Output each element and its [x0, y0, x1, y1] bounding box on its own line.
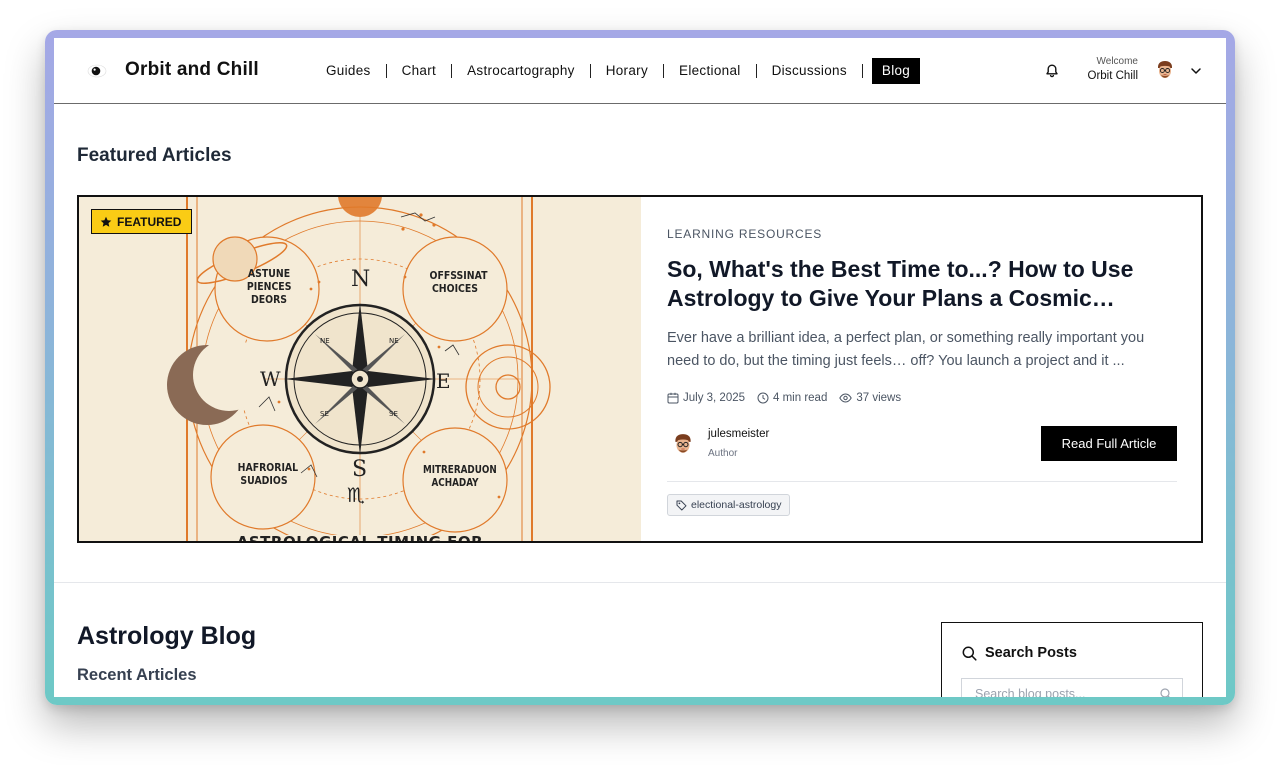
- article-date-text: July 3, 2025: [683, 392, 746, 404]
- tag-icon: [676, 500, 687, 510]
- article-views: 37 views: [839, 392, 901, 404]
- search-icon: [962, 646, 977, 661]
- chevron-down-icon[interactable]: [1190, 66, 1202, 76]
- main-nav: Guides Chart Astrocartography Horary Ele…: [320, 58, 921, 84]
- compass-letter-w: W: [260, 367, 281, 391]
- featured-badge-label: FEATURED: [117, 214, 182, 229]
- welcome-label: Welcome: [1096, 56, 1139, 67]
- illustration-label: HAFRORIAL SUADIOS: [237, 461, 299, 487]
- article-category[interactable]: LEARNING RESOURCES: [667, 227, 822, 241]
- browser-window: Orbit and Chill Guides Chart Astrocartog…: [54, 38, 1226, 697]
- article-excerpt: Ever have a brilliant idea, a perfect pl…: [667, 330, 1145, 369]
- illustration-word: ASTUNE: [247, 267, 291, 280]
- illustration-word: OFFSSINAT: [429, 269, 488, 282]
- card-divider: [667, 481, 1177, 482]
- featured-article-body: LEARNING RESOURCES So, What's the Best T…: [667, 197, 1179, 541]
- user-avatar[interactable]: [1154, 59, 1176, 81]
- featured-heading: Featured Articles: [77, 145, 232, 166]
- search-input-icon[interactable]: [1160, 688, 1172, 697]
- article-tag[interactable]: electional-astrology: [667, 494, 791, 516]
- compass-minor-nw: NE: [320, 337, 330, 345]
- nav-separator: [861, 64, 863, 78]
- compass-letter-s: S: [352, 457, 368, 482]
- illustration-label: ASTUNE PIENCES DEORS: [246, 267, 292, 306]
- article-title[interactable]: So, What's the Best Time to...? How to U…: [667, 255, 1177, 313]
- nav-separator: [589, 64, 591, 78]
- nav-separator: [755, 64, 757, 78]
- article-date: July 3, 2025: [667, 392, 745, 404]
- section-divider: [54, 582, 1226, 583]
- illustration-word: MITRERADUON: [423, 463, 497, 476]
- logo-icon[interactable]: [87, 61, 107, 81]
- nav-item-electional[interactable]: Electional: [673, 58, 747, 84]
- search-posts-title-text: Search Posts: [985, 645, 1077, 661]
- nav-item-guides[interactable]: Guides: [320, 58, 377, 84]
- zodiac-glyph: ♏: [347, 483, 365, 507]
- illustration-word: PIENCES: [246, 280, 292, 293]
- illustration-word: ACHADAY: [431, 476, 479, 489]
- search-blog-input[interactable]: [961, 678, 1183, 697]
- article-read-time: 4 min read: [757, 392, 827, 404]
- author-avatar[interactable]: [671, 432, 695, 456]
- clock-icon: [757, 392, 769, 404]
- nav-separator: [385, 64, 387, 78]
- search-posts-panel: Search Posts: [941, 622, 1203, 697]
- illustration-word: HAFRORIAL: [237, 461, 299, 474]
- search-posts-title: Search Posts: [962, 645, 1077, 661]
- nav-item-astrocartography[interactable]: Astrocartography: [461, 58, 581, 84]
- illustration-word: DEORS: [250, 293, 288, 306]
- brand-name[interactable]: Orbit and Chill: [125, 59, 259, 81]
- nav-item-horary[interactable]: Horary: [600, 58, 654, 84]
- illustration-banner-text: ASTROLOGICAL TIMING FOR: [236, 533, 484, 543]
- featured-article-card[interactable]: ASTUNE PIENCES DEORS OFFSSINAT CHOICES H…: [77, 195, 1203, 543]
- compass-letter-e: E: [436, 369, 451, 393]
- recent-articles-heading: Recent Articles: [77, 666, 197, 684]
- nav-item-discussions[interactable]: Discussions: [766, 58, 853, 84]
- article-meta: July 3, 2025 4 min read 37 views: [667, 392, 901, 404]
- bell-icon[interactable]: [1044, 63, 1060, 79]
- article-read-time-text: 4 min read: [773, 392, 828, 404]
- eye-icon: [839, 393, 853, 403]
- illustration-label: MITRERADUON ACHADAY: [423, 463, 497, 489]
- read-full-article-button[interactable]: Read Full Article: [1041, 426, 1177, 461]
- compass-minor-se: SE: [389, 410, 398, 418]
- nav-separator: [663, 64, 665, 78]
- featured-badge: FEATURED: [91, 209, 193, 234]
- nav-item-blog[interactable]: Blog: [871, 58, 921, 84]
- illustration-label: OFFSSINAT CHOICES: [429, 269, 488, 295]
- compass-minor-ne: NE: [389, 337, 399, 345]
- author-name[interactable]: julesmeister: [708, 428, 769, 440]
- illustration-word: CHOICES: [431, 282, 479, 295]
- author-role: Author: [708, 448, 738, 459]
- illustration-word: SUADIOS: [240, 474, 288, 487]
- site-header: Orbit and Chill Guides Chart Astrocartog…: [54, 38, 1226, 104]
- blog-heading: Astrology Blog: [77, 622, 257, 650]
- article-views-text: 37 views: [856, 392, 902, 404]
- user-name: Orbit Chill: [1087, 70, 1138, 82]
- compass-minor-sw: SE: [320, 410, 329, 418]
- nav-item-chart[interactable]: Chart: [396, 58, 443, 84]
- star-icon: [100, 216, 112, 227]
- user-welcome: Welcome Orbit Chill: [1078, 56, 1138, 82]
- compass-letter-n: N: [351, 267, 371, 292]
- featured-article-image[interactable]: ASTUNE PIENCES DEORS OFFSSINAT CHOICES H…: [79, 197, 641, 543]
- nav-separator: [451, 64, 453, 78]
- calendar-icon: [667, 392, 679, 404]
- article-tag-label: electional-astrology: [691, 499, 782, 511]
